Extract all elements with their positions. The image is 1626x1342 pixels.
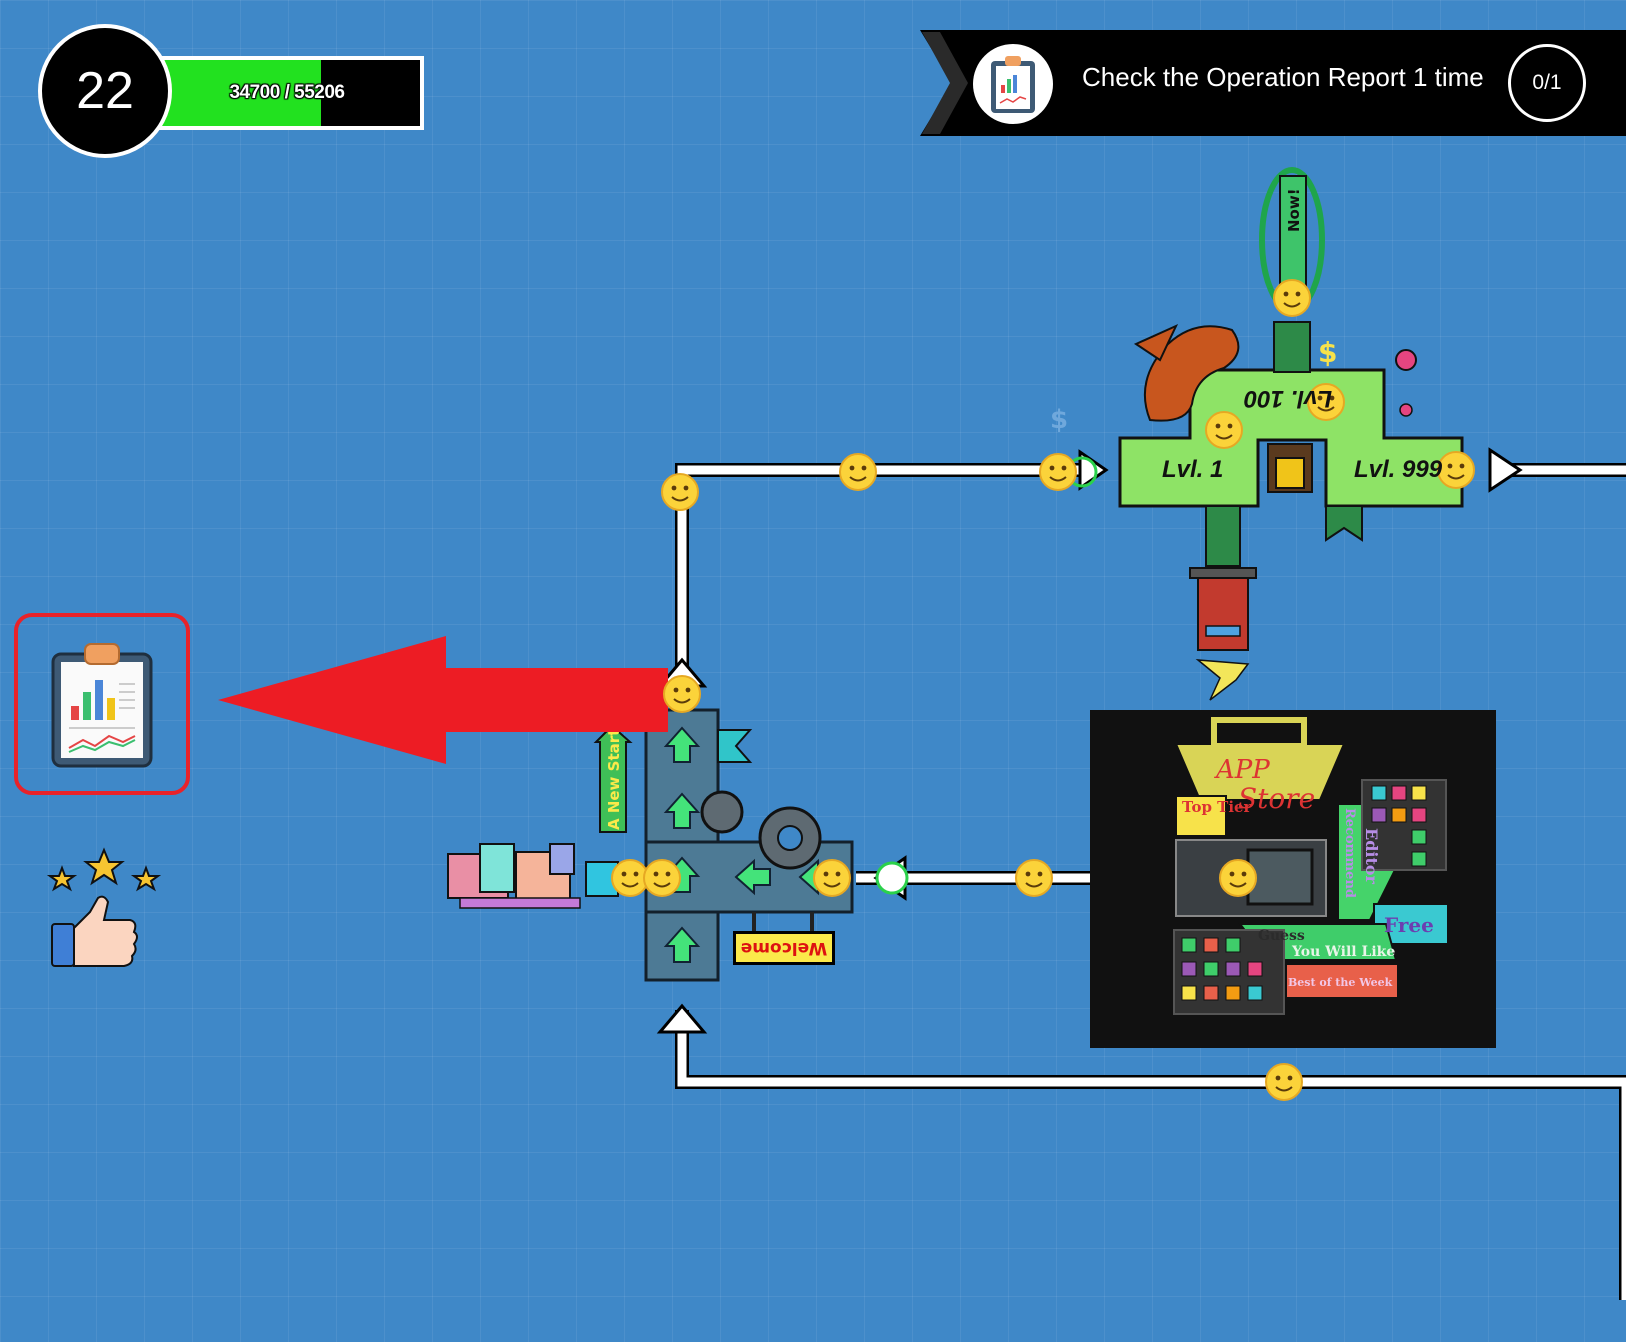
svg-text:$: $ [1050, 405, 1068, 435]
computer-machine [447, 843, 619, 909]
app-store-title-1: APP [1214, 755, 1270, 785]
editor-recommend-label-1: Editor [1362, 828, 1381, 885]
app-store-building[interactable] [1090, 710, 1496, 1048]
guess-label: Guess [1258, 928, 1305, 944]
clipboard-report-icon [51, 643, 153, 768]
dungeon-building[interactable]: $ $ [1050, 321, 1464, 567]
quest-progress-text: 0/1 [1532, 71, 1562, 94]
quest-clipboard-icon[interactable] [973, 44, 1053, 124]
xp-bar: 34700 / 55206 [150, 56, 424, 130]
red-machine[interactable] [1189, 567, 1257, 701]
dungeon-level-100: Lvl. 100 [1244, 385, 1333, 412]
path-arrow [1488, 447, 1523, 493]
quest-description: Check the Operation Report 1 time [1082, 62, 1484, 92]
operation-report-button[interactable] [14, 613, 190, 795]
dungeon-level-1: Lvl. 1 [1162, 456, 1224, 483]
quest-progress-badge: 0/1 [1508, 44, 1586, 122]
editor-recommend-label-2: Recommend [1342, 808, 1357, 898]
new-start-sign: A New Start [605, 729, 623, 830]
game-map: A New Start $ $ Now! APP Store Top Tier … [218, 30, 1626, 1300]
dungeon-level-999: Lvl. 999 [1354, 456, 1443, 483]
welcome-sign: Welcome [733, 931, 835, 965]
top-tier-label: Top Tier [1182, 798, 1253, 816]
free-label: Free [1384, 913, 1434, 937]
best-of-week-label: Best of the Week [1288, 976, 1393, 989]
svg-text:$: $ [1318, 336, 1337, 369]
player-level-text: 22 [76, 62, 134, 120]
rating-button[interactable] [46, 846, 164, 970]
thumbs-up-stars-icon [46, 847, 162, 967]
you-will-like-label: You Will Like [1291, 944, 1395, 960]
player-level-badge[interactable]: 22 [38, 24, 172, 158]
now-sign: Now! [1285, 188, 1303, 232]
welcome-sign-text: Welcome [740, 938, 828, 958]
path-arrow [656, 1003, 708, 1034]
xp-text: 34700 / 55206 [229, 82, 345, 103]
